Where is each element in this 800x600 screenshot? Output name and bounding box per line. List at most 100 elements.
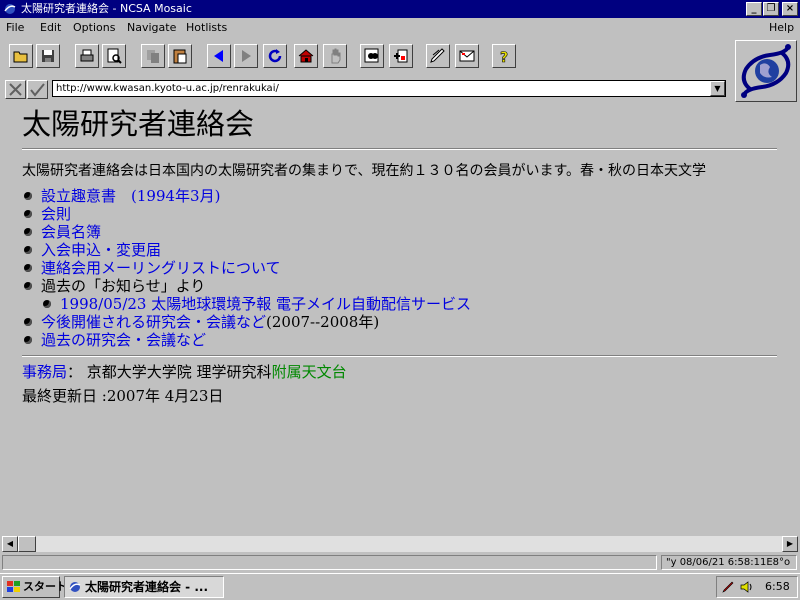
annotate-button[interactable]: [426, 44, 450, 68]
restore-button[interactable]: ❐: [763, 2, 779, 16]
toolbar: ?: [0, 38, 733, 74]
page-content: 太陽研究者連絡会 太陽研究者連絡会は日本国内の太陽研究者の集まりで、現在約１３０…: [2, 104, 798, 536]
link-upcoming-meetings[interactable]: 今後開催される研究会・会議など: [41, 313, 266, 331]
link-forecast-service[interactable]: 1998/05/23 太陽地球環境予報 電子メイル自動配信サービス: [60, 295, 471, 313]
mail-icon: [459, 50, 475, 62]
scroll-right-button[interactable]: ▶: [782, 536, 798, 552]
print-preview-button[interactable]: [102, 44, 126, 68]
accept-url-button[interactable]: [27, 80, 48, 99]
cancel-url-button[interactable]: [5, 80, 26, 99]
title-bar: 太陽研究者連絡会 - NCSA Mosaic _ ❐ ×: [0, 0, 800, 18]
bullet-icon: [24, 210, 32, 218]
divider: [22, 355, 777, 357]
forward-button[interactable]: [234, 44, 258, 68]
start-button[interactable]: スタート: [2, 576, 67, 598]
back-icon: [214, 50, 223, 62]
office-line: 事務局： 京都大学大学院 理学研究科附属天文台: [22, 363, 347, 381]
start-label: スタート: [23, 580, 67, 593]
link-rules[interactable]: 会則: [41, 205, 71, 223]
scroll-thumb[interactable]: [18, 536, 36, 552]
reload-button[interactable]: [263, 44, 287, 68]
find-button[interactable]: [360, 44, 384, 68]
minimize-button[interactable]: _: [746, 2, 762, 16]
link-office[interactable]: 事務局: [22, 363, 67, 381]
copy-button[interactable]: [141, 44, 165, 68]
menu-file[interactable]: File: [6, 21, 24, 34]
menu-options[interactable]: Options: [73, 21, 115, 34]
svg-text:?: ?: [500, 50, 508, 65]
url-bar: ▼: [0, 77, 733, 101]
help-button[interactable]: ?: [492, 44, 516, 68]
print-button[interactable]: [75, 44, 99, 68]
intro-text: 太陽研究者連絡会は日本国内の太陽研究者の集まりで、現在約１３０名の会員がいます。…: [22, 163, 707, 179]
save-icon: [42, 50, 54, 62]
taskbar-item-label: 太陽研究者連絡会 - ...: [85, 580, 209, 594]
print-icon: [80, 49, 94, 62]
list-item: 会則: [22, 205, 471, 223]
link-past-meetings[interactable]: 過去の研究会・会議など: [41, 331, 206, 349]
horizontal-scrollbar[interactable]: ◀ ▶: [2, 536, 798, 552]
bullet-icon: [24, 318, 32, 326]
chevron-right-icon: ▶: [786, 539, 794, 548]
pen-icon[interactable]: [721, 580, 735, 594]
find-icon: [364, 48, 379, 63]
upcoming-years: (2007--2008年): [266, 313, 380, 331]
bullet-icon: [24, 246, 32, 254]
link-observatory[interactable]: 附属天文台: [272, 363, 347, 381]
link-member-list[interactable]: 会員名簿: [41, 223, 101, 241]
link-mailing-list[interactable]: 連絡会用メーリングリストについて: [41, 259, 281, 277]
link-membership-application[interactable]: 入会申込・変更届: [41, 241, 161, 259]
menu-bar: File Edit Options Navigate Hotlists Help: [0, 18, 800, 37]
taskbar-item-mosaic[interactable]: 太陽研究者連絡会 - ...: [64, 576, 224, 598]
open-button[interactable]: [9, 44, 33, 68]
cross-icon: [9, 83, 22, 96]
add-hotlist-button[interactable]: [389, 44, 413, 68]
back-button[interactable]: [207, 44, 231, 68]
url-input[interactable]: [52, 80, 726, 97]
menu-hotlists[interactable]: Hotlists: [186, 21, 227, 34]
bullet-icon: [24, 228, 32, 236]
url-dropdown-button[interactable]: ▼: [710, 81, 725, 96]
list-item: 設立趣意書 (1994年3月): [22, 187, 471, 205]
list-item: 過去の「お知らせ」より: [22, 277, 471, 295]
check-icon: [30, 83, 45, 97]
window-title: 太陽研究者連絡会 - NCSA Mosaic: [21, 2, 192, 15]
list-item: 入会申込・変更届: [22, 241, 471, 259]
bullet-icon: [24, 264, 32, 272]
status-datetime: "y 08/06/21 6:58:11E8°o: [661, 555, 797, 570]
save-button[interactable]: [36, 44, 60, 68]
home-button[interactable]: [294, 44, 318, 68]
paste-icon: [173, 49, 187, 64]
open-icon: [13, 51, 28, 63]
list-item: 今後開催される研究会・会議など(2007--2008年): [22, 313, 471, 331]
menu-navigate[interactable]: Navigate: [127, 21, 176, 34]
list-item: 過去の研究会・会議など: [22, 331, 471, 349]
chevron-down-icon: ▼: [714, 84, 721, 93]
clock: 6:58: [765, 580, 790, 593]
globe-icon: [741, 44, 791, 98]
print-preview-icon: [107, 48, 122, 64]
link-founding-prospectus[interactable]: 設立趣意書 (1994年3月): [41, 187, 220, 205]
windows-logo-icon: [7, 581, 20, 592]
annotate-icon: [430, 48, 445, 63]
stop-button[interactable]: [323, 44, 347, 68]
last-updated: 最終更新日 :2007年 4月23日: [22, 387, 224, 405]
mail-button[interactable]: [455, 44, 479, 68]
add-hotlist-icon: [394, 49, 408, 63]
scroll-left-button[interactable]: ◀: [2, 536, 18, 552]
system-tray: 6:58: [716, 576, 798, 598]
bullet-icon: [24, 336, 32, 344]
mosaic-app-icon[interactable]: [3, 2, 17, 16]
close-button[interactable]: ×: [782, 2, 798, 16]
list-item: 連絡会用メーリングリストについて: [22, 259, 471, 277]
menu-help[interactable]: Help: [769, 21, 794, 34]
mosaic-globe-logo[interactable]: [735, 40, 797, 102]
past-notices-label: 過去の「お知らせ」より: [41, 277, 206, 295]
menu-edit[interactable]: Edit: [40, 21, 61, 34]
help-icon: ?: [500, 50, 509, 65]
speaker-icon[interactable]: [739, 580, 755, 594]
bullet-icon: [24, 192, 32, 200]
paste-button[interactable]: [168, 44, 192, 68]
taskbar: スタート 太陽研究者連絡会 - ... 6:58: [0, 573, 800, 600]
page-title: 太陽研究者連絡会: [22, 107, 255, 141]
